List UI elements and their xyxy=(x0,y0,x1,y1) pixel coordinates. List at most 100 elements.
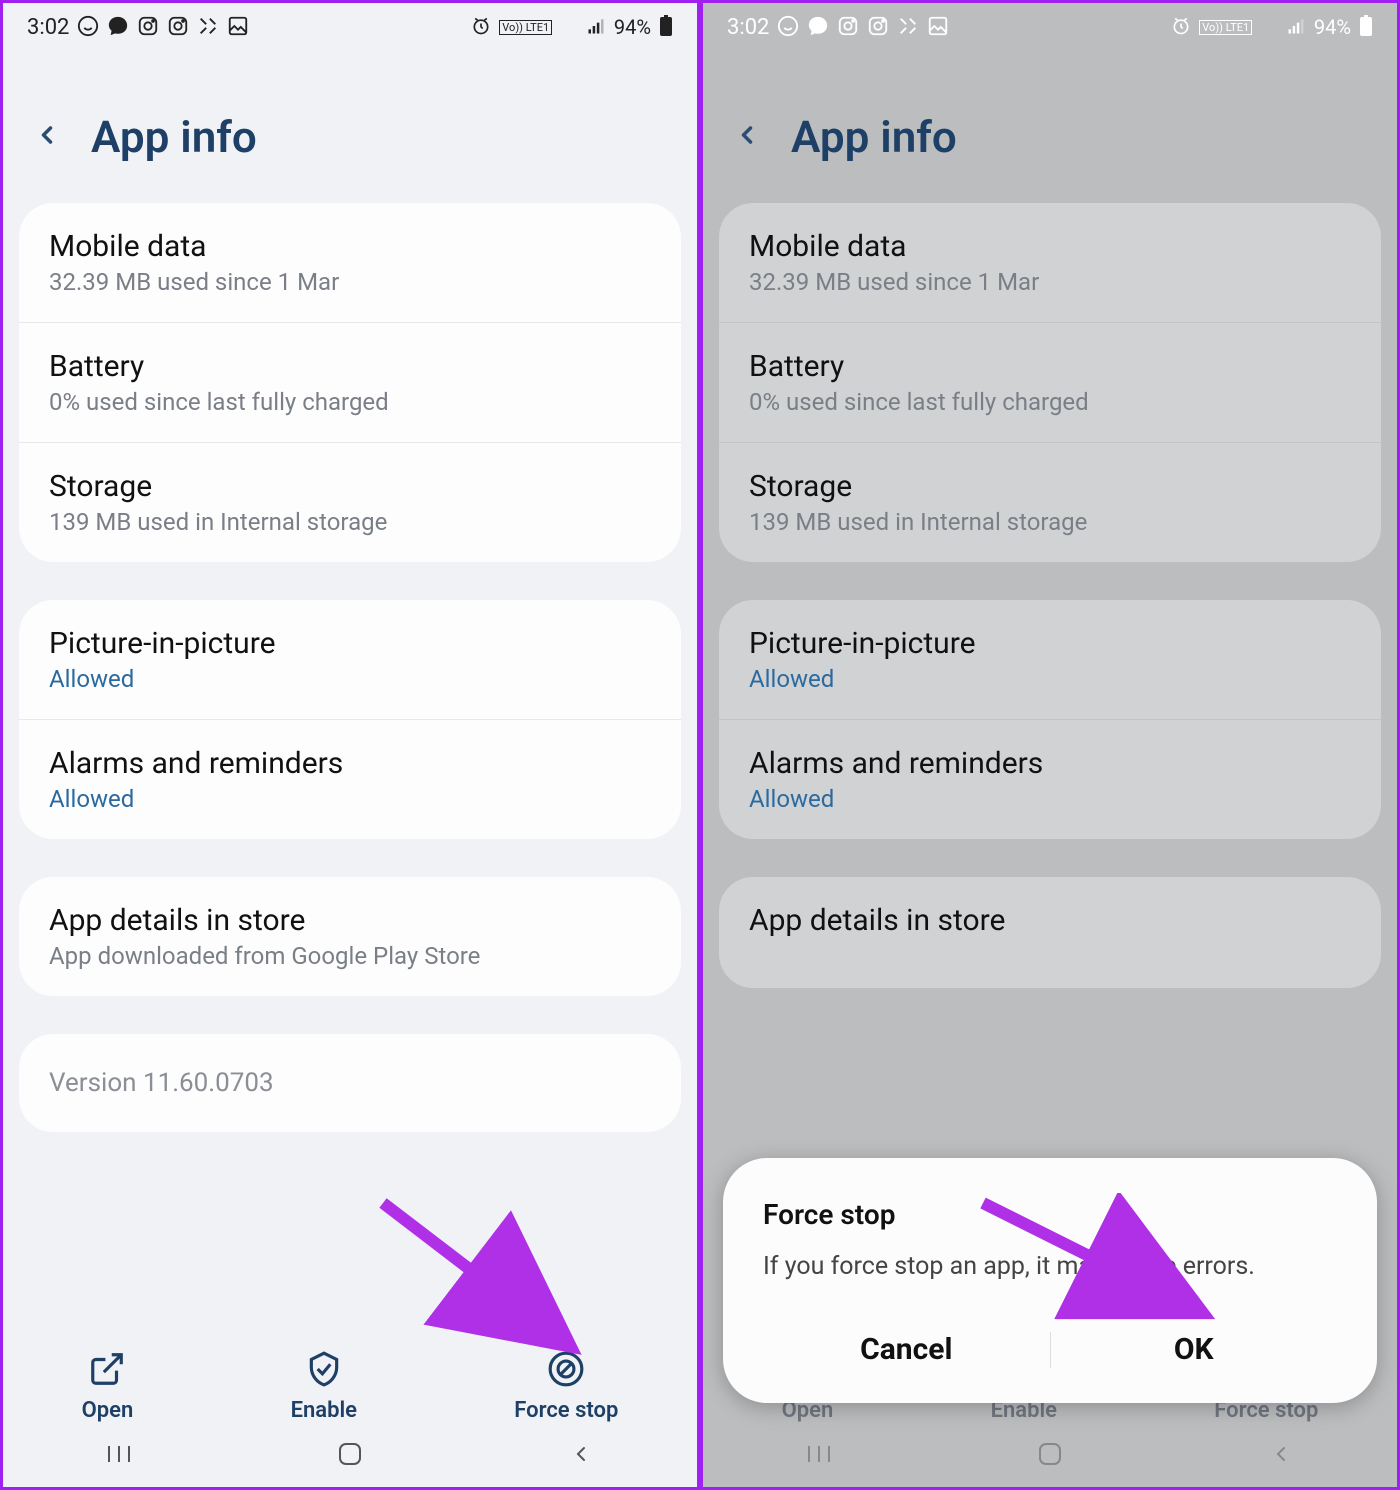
status-bar: 3:02 xyxy=(703,3,1397,51)
version-text: Version 11.60.0703 xyxy=(19,1034,681,1132)
screenshot-right: 3:02 xyxy=(700,0,1400,1490)
pip-row[interactable]: Picture-in-picture Allowed xyxy=(19,600,681,719)
dialog-body: If you force stop an app, it may cause e… xyxy=(763,1249,1337,1284)
battery-icon xyxy=(1359,15,1373,40)
status-time: 3:02 xyxy=(727,15,769,40)
open-button[interactable]: Open xyxy=(82,1350,134,1423)
version-card: Version 11.60.0703 xyxy=(19,1034,681,1132)
image-icon xyxy=(227,15,249,40)
mobile-data-row: Mobile data 32.39 MB used since 1 Mar xyxy=(719,203,1381,322)
pip-sub: Allowed xyxy=(49,665,651,693)
android-nav-bar xyxy=(3,1429,697,1479)
recents-button[interactable] xyxy=(789,1442,849,1466)
alarms-sub: Allowed xyxy=(49,785,651,813)
mobile-data-title: Mobile data xyxy=(749,229,1351,264)
back-button[interactable] xyxy=(733,115,761,159)
tools-icon xyxy=(197,15,219,40)
permissions-card: Picture-in-picture Allowed Alarms and re… xyxy=(719,600,1381,839)
enable-button[interactable]: Enable xyxy=(291,1350,357,1423)
mobile-data-title: Mobile data xyxy=(49,229,651,264)
message-icon xyxy=(107,15,129,40)
action-bar: Open Enable Force stop xyxy=(3,1340,697,1423)
5g-icon: 5G xyxy=(560,21,578,34)
image-icon xyxy=(927,15,949,40)
force-stop-label: Force stop xyxy=(514,1398,618,1423)
alarm-icon xyxy=(1171,16,1191,39)
force-stop-button[interactable]: Force stop xyxy=(514,1350,618,1423)
page-title: App info xyxy=(91,111,257,163)
recents-button[interactable] xyxy=(89,1442,149,1466)
home-button[interactable] xyxy=(1020,1440,1080,1468)
dialog-ok-button[interactable]: OK xyxy=(1051,1320,1338,1379)
storage-title: Storage xyxy=(49,469,651,504)
volte-icon: Vo)) LTE1 xyxy=(499,20,552,35)
nav-back-button[interactable] xyxy=(1251,1442,1311,1466)
storage-sub: 139 MB used in Internal storage xyxy=(49,508,651,536)
mobile-data-row[interactable]: Mobile data 32.39 MB used since 1 Mar xyxy=(19,203,681,322)
alarms-row: Alarms and reminders Allowed xyxy=(719,719,1381,839)
battery-pct: 94% xyxy=(614,15,651,39)
battery-sub: 0% used since last fully charged xyxy=(749,388,1351,416)
instagram-icon xyxy=(837,15,859,40)
battery-title: Battery xyxy=(49,349,651,384)
volte-icon: Vo)) LTE1 xyxy=(1199,20,1252,35)
whatsapp-icon xyxy=(777,15,799,40)
battery-icon xyxy=(659,15,673,40)
page-header: App info xyxy=(3,51,697,203)
usage-card: Mobile data 32.39 MB used since 1 Mar Ba… xyxy=(719,203,1381,562)
storage-row: Storage 139 MB used in Internal storage xyxy=(719,442,1381,562)
battery-pct: 94% xyxy=(1314,15,1351,39)
open-label: Open xyxy=(82,1398,134,1423)
storage-title: Storage xyxy=(749,469,1351,504)
store-sub: App downloaded from Google Play Store xyxy=(49,942,651,970)
force-stop-icon xyxy=(547,1350,585,1388)
open-icon xyxy=(88,1350,126,1388)
battery-title: Battery xyxy=(749,349,1351,384)
5g-icon: 5G xyxy=(1260,21,1278,34)
pip-title: Picture-in-picture xyxy=(749,626,1351,661)
store-title: App details in store xyxy=(749,903,1351,938)
home-button[interactable] xyxy=(320,1440,380,1468)
force-stop-dialog: Force stop If you force stop an app, it … xyxy=(723,1158,1377,1403)
page-title: App info xyxy=(791,111,957,163)
alarm-icon xyxy=(471,16,491,39)
permissions-card: Picture-in-picture Allowed Alarms and re… xyxy=(19,600,681,839)
dialog-cancel-button[interactable]: Cancel xyxy=(763,1320,1050,1379)
alarms-title: Alarms and reminders xyxy=(749,746,1351,781)
android-nav-bar xyxy=(703,1429,1397,1479)
status-time: 3:02 xyxy=(27,15,69,40)
pip-sub: Allowed xyxy=(749,665,1351,693)
page-header: App info xyxy=(703,51,1397,203)
alarms-sub: Allowed xyxy=(749,785,1351,813)
store-row: App details in store xyxy=(719,877,1381,988)
battery-row: Battery 0% used since last fully charged xyxy=(719,322,1381,442)
store-card: App details in store App downloaded from… xyxy=(19,877,681,996)
dialog-title: Force stop xyxy=(763,1198,1337,1231)
back-button[interactable] xyxy=(33,115,61,159)
tools-icon xyxy=(897,15,919,40)
mobile-data-sub: 32.39 MB used since 1 Mar xyxy=(49,268,651,296)
message-icon xyxy=(807,15,829,40)
enable-icon xyxy=(305,1350,343,1388)
instagram-icon xyxy=(137,15,159,40)
usage-card: Mobile data 32.39 MB used since 1 Mar Ba… xyxy=(19,203,681,562)
alarms-row[interactable]: Alarms and reminders Allowed xyxy=(19,719,681,839)
store-row[interactable]: App details in store App downloaded from… xyxy=(19,877,681,996)
instagram-icon-2 xyxy=(867,15,889,40)
nav-back-button[interactable] xyxy=(551,1442,611,1466)
battery-row[interactable]: Battery 0% used since last fully charged xyxy=(19,322,681,442)
signal-icon xyxy=(586,16,606,39)
enable-label: Enable xyxy=(291,1398,357,1423)
store-title: App details in store xyxy=(49,903,651,938)
storage-sub: 139 MB used in Internal storage xyxy=(749,508,1351,536)
storage-row[interactable]: Storage 139 MB used in Internal storage xyxy=(19,442,681,562)
signal-icon xyxy=(1286,16,1306,39)
mobile-data-sub: 32.39 MB used since 1 Mar xyxy=(749,268,1351,296)
pip-row: Picture-in-picture Allowed xyxy=(719,600,1381,719)
instagram-icon-2 xyxy=(167,15,189,40)
pip-title: Picture-in-picture xyxy=(49,626,651,661)
screenshot-left: 3:02 xyxy=(0,0,700,1490)
battery-sub: 0% used since last fully charged xyxy=(49,388,651,416)
status-bar: 3:02 xyxy=(3,3,697,51)
alarms-title: Alarms and reminders xyxy=(49,746,651,781)
